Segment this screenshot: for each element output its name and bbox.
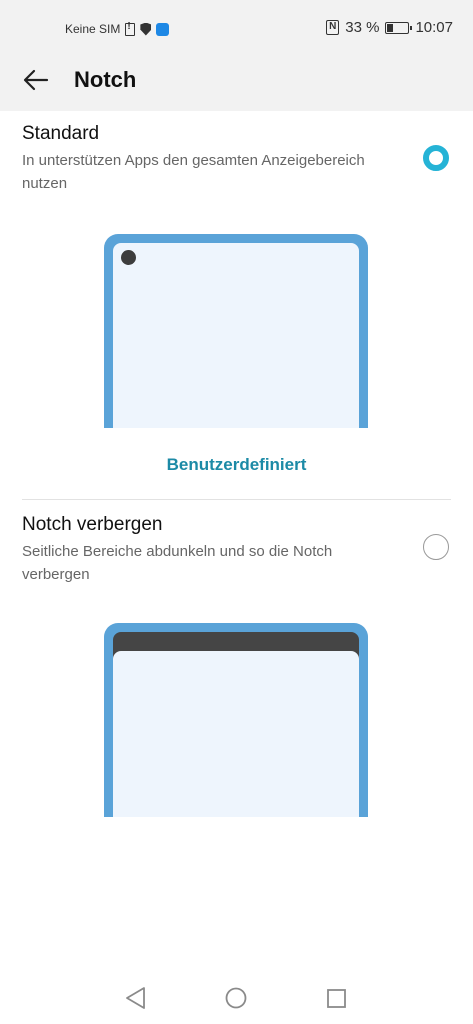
phone-screen (113, 651, 359, 817)
back-button[interactable] (20, 64, 52, 96)
nav-home-button[interactable] (218, 980, 254, 1016)
option-standard[interactable]: Standard In unterstützen Apps den gesamt… (0, 111, 473, 231)
top-area: Keine SIM N 33 % 10:07 Notch (0, 0, 473, 111)
phone-screen (113, 243, 359, 428)
carrier-text: Keine SIM (65, 22, 121, 36)
status-bar: Keine SIM N 33 % 10:07 (0, 0, 473, 58)
square-recents-icon (327, 989, 346, 1008)
camera-notch-dot (121, 250, 136, 265)
app-bar: Notch (0, 58, 473, 102)
option-standard-description: In unterstützen Apps den gesamten Anzeig… (22, 152, 365, 192)
nav-recents-button[interactable] (318, 980, 354, 1016)
option-hide-title: Notch verbergen (22, 514, 163, 535)
triangle-back-icon (126, 987, 145, 1009)
nfc-icon: N (326, 20, 340, 35)
radio-standard[interactable] (423, 145, 449, 171)
battery-icon (385, 21, 413, 34)
nav-back-button[interactable] (118, 980, 154, 1016)
option-standard-title: Standard (22, 123, 100, 144)
sim-alert-icon (125, 21, 136, 36)
app-icon (156, 22, 170, 36)
navigation-bar (0, 980, 473, 1016)
phone-preview-hidden (104, 623, 368, 817)
custom-link[interactable]: Benutzerdefiniert (0, 455, 473, 475)
circle-home-icon (225, 987, 247, 1009)
status-right: N 33 % 10:07 (326, 19, 453, 36)
page-title: Notch (74, 67, 137, 92)
phone-preview-standard (104, 234, 368, 428)
shield-icon (140, 22, 152, 36)
option-hide-notch[interactable]: Notch verbergen Seitliche Bereiche abdun… (0, 500, 473, 600)
battery-percent: 33 % (345, 19, 380, 36)
status-left: Keine SIM (65, 21, 170, 36)
clock: 10:07 (415, 19, 453, 36)
option-hide-description: Seitliche Bereiche abdunkeln und so die … (22, 543, 333, 583)
radio-hide-notch[interactable] (423, 534, 449, 560)
arrow-left-icon (23, 69, 49, 91)
